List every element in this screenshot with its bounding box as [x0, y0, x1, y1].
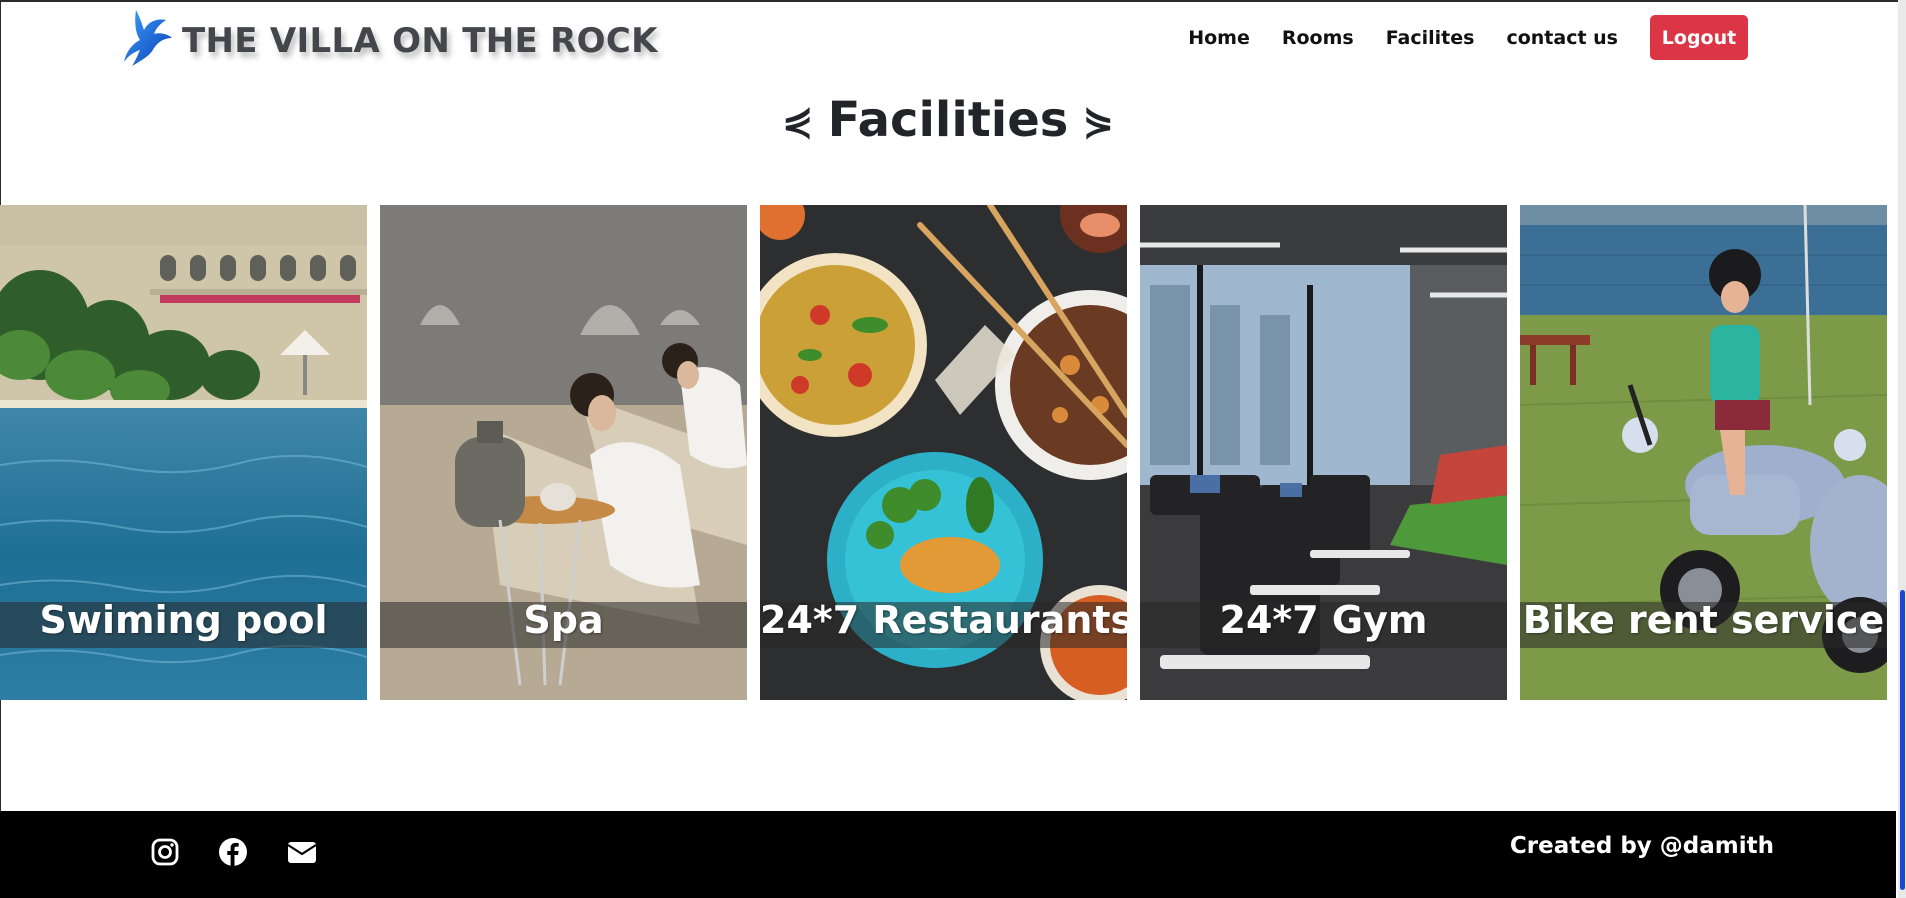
footer: Created by @damith — [0, 811, 1896, 898]
email-icon[interactable] — [286, 837, 318, 867]
facility-label: 24*7 Restaurants — [760, 598, 1127, 642]
facility-card-swimming-pool[interactable]: Swiming pool — [0, 205, 367, 700]
nav-rooms[interactable]: Rooms — [1282, 27, 1354, 49]
section-heading: ⋞ Facilities ⋟ — [0, 92, 1896, 148]
scrollbar-thumb[interactable] — [1900, 590, 1905, 890]
brand-title: THE VILLA ON THE ROCK — [182, 21, 658, 61]
footer-credit: Created by @damith — [1509, 833, 1774, 859]
facility-label: Spa — [523, 598, 604, 642]
facility-card-gym[interactable]: 24*7 Gym — [1140, 205, 1507, 700]
navbar: THE VILLA ON THE ROCK Home Rooms Facilit… — [0, 2, 1896, 74]
bird-logo-icon — [124, 10, 172, 66]
nav-contact[interactable]: contact us — [1506, 27, 1618, 49]
nav-facilities[interactable]: Facilites — [1386, 27, 1475, 49]
title-left-decoration: ⋞ — [781, 98, 814, 142]
facility-card-restaurants[interactable]: 24*7 Restaurants — [760, 205, 1127, 700]
nav-links: Home Rooms Facilites contact us Logout — [1188, 15, 1748, 60]
facility-card-spa[interactable]: Spa — [380, 205, 747, 700]
instagram-icon[interactable] — [150, 837, 180, 867]
facility-label: Swiming pool — [39, 598, 328, 642]
facility-label: Bike rent service — [1522, 598, 1885, 642]
facility-card-bike-rent[interactable]: Bike rent service — [1520, 205, 1887, 700]
facebook-icon[interactable] — [218, 837, 248, 867]
facility-label: 24*7 Gym — [1219, 598, 1428, 642]
social-links — [150, 837, 318, 867]
title-right-decoration: ⋟ — [1082, 98, 1115, 142]
brand[interactable]: THE VILLA ON THE ROCK — [122, 8, 658, 74]
page-title: Facilities — [827, 92, 1069, 148]
nav-home[interactable]: Home — [1188, 27, 1250, 49]
logout-button[interactable]: Logout — [1650, 15, 1748, 60]
